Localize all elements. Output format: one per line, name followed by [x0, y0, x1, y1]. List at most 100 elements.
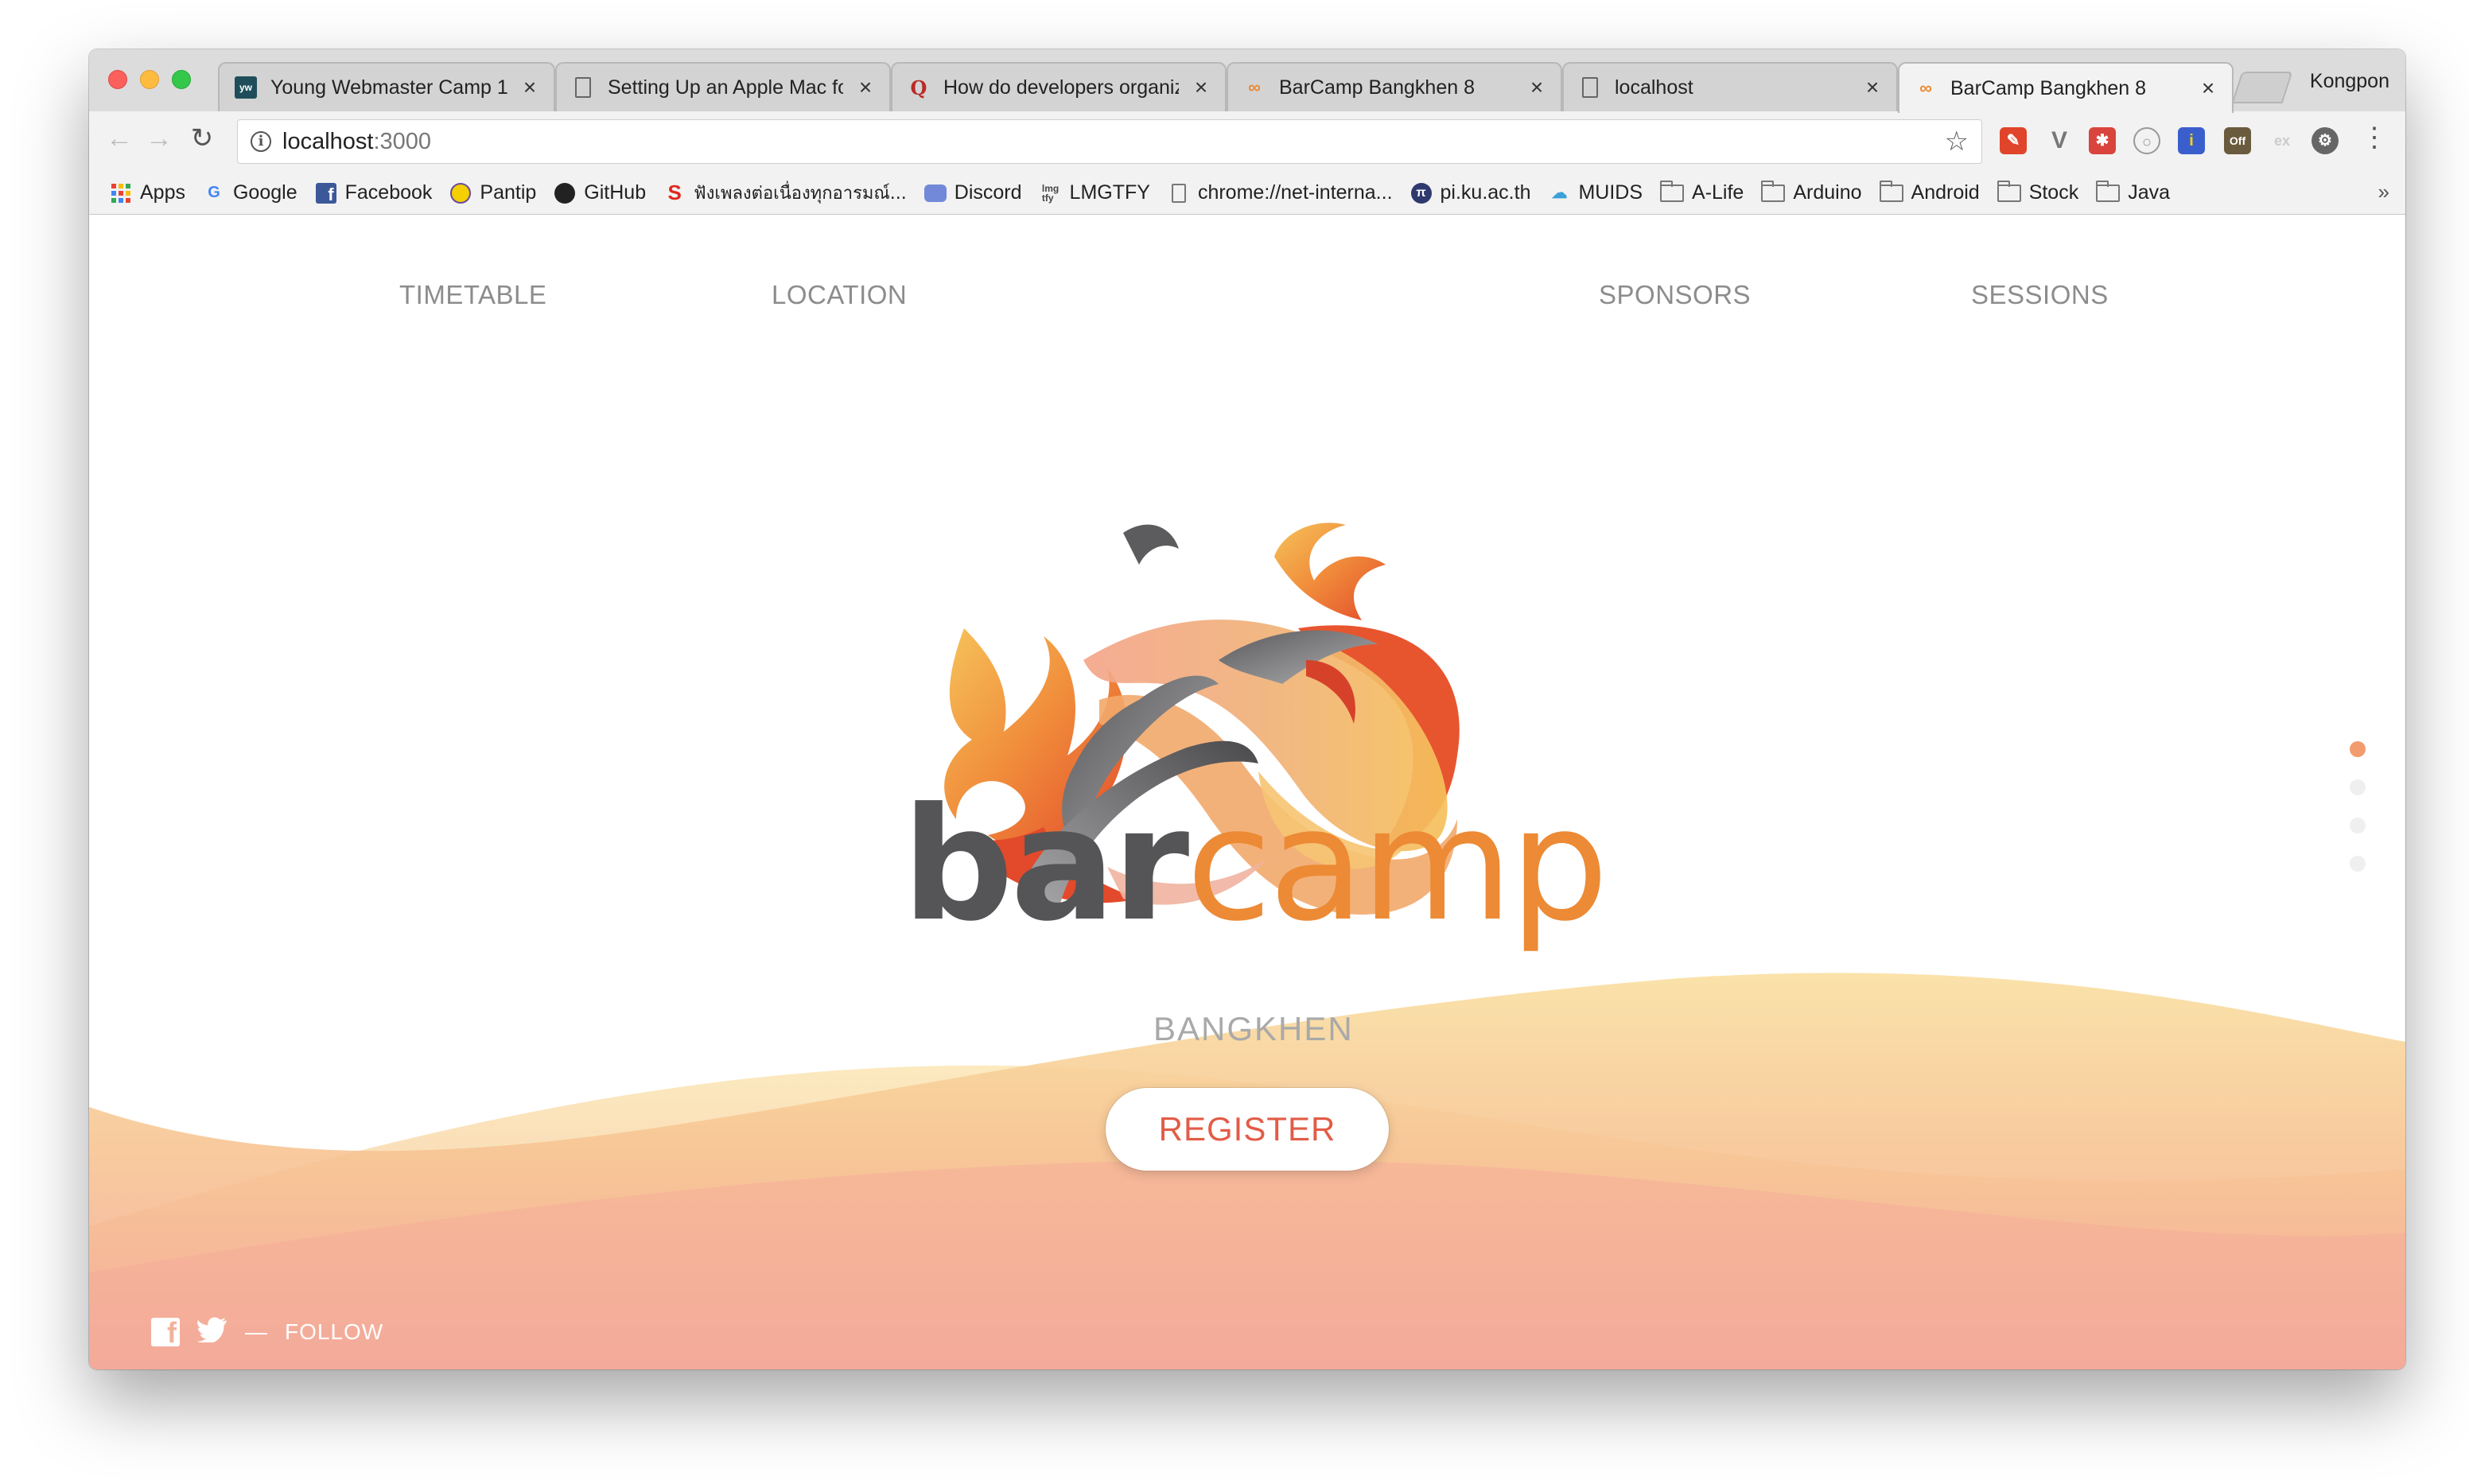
- bookmark-muids[interactable]: ☁ MUIDS: [1548, 181, 1643, 204]
- barcamp-icon: ∞: [1248, 77, 1261, 97]
- reload-icon[interactable]: ↻: [185, 121, 220, 156]
- page-icon: [1578, 76, 1602, 99]
- bookmark-label: ฟังเพลงต่อเนื่องทุกอารมณ์...: [694, 184, 907, 204]
- bookmark-label: Discord: [954, 181, 1022, 204]
- bookmark-discord[interactable]: Discord: [923, 181, 1022, 204]
- bookmark-lmgtfy[interactable]: lmg tfy LMGTFY: [1040, 181, 1150, 204]
- folder-icon: [2096, 180, 2121, 202]
- profile-button[interactable]: Kongpon: [2310, 70, 2389, 93]
- bookmark-facebook[interactable]: f Facebook: [315, 181, 433, 204]
- bookmark-label: A-Life: [1692, 181, 1744, 204]
- section-dot-4[interactable]: [2350, 856, 2366, 872]
- bookmark-apps[interactable]: Apps: [110, 181, 185, 204]
- folder-icon: [1997, 180, 2021, 202]
- section-dot-3[interactable]: [2350, 818, 2366, 833]
- bookmark-folder-stock[interactable]: Stock: [1997, 180, 2078, 204]
- wordmark-bar: bar: [902, 775, 1189, 956]
- twitter-icon[interactable]: [197, 1317, 227, 1346]
- browser-toolbar: ← → ↻ i localhost:3000 ☆ ✎ V ✱ ○ i Off e…: [89, 111, 2405, 172]
- tab-title: Young Webmaster Camp 15: [270, 76, 507, 99]
- barcamp-page: TIMETABLE LOCATION SPONSORS SESSIONS bar…: [89, 215, 2405, 1369]
- tab-close-icon[interactable]: ×: [1192, 75, 1211, 100]
- address-bar[interactable]: i localhost:3000 ☆: [237, 119, 1982, 164]
- social-links: — FOLLOW: [151, 1316, 383, 1350]
- bookmarks-overflow-icon[interactable]: »: [2378, 180, 2389, 204]
- new-tab-button[interactable]: [2231, 72, 2293, 103]
- tab-strip: yw Young Webmaster Camp 15 × Setting Up …: [89, 49, 2405, 113]
- extension-red-icon[interactable]: ✎: [2000, 127, 2027, 154]
- zoom-window-button[interactable]: [172, 70, 191, 89]
- bookmark-label: chrome://net-interna...: [1197, 181, 1393, 204]
- bookmark-folder-arduino[interactable]: Arduino: [1761, 180, 1862, 204]
- tab-localhost[interactable]: localhost ×: [1562, 62, 1898, 111]
- facebook-icon: f: [315, 182, 337, 204]
- browser-window: yw Young Webmaster Camp 15 × Setting Up …: [89, 49, 2405, 1369]
- wordmark-camp: camp: [1186, 775, 1608, 956]
- extension-gear-icon[interactable]: ⚙: [2312, 127, 2339, 154]
- extension-vimium-icon[interactable]: V: [2046, 127, 2073, 154]
- extension-circle-icon[interactable]: ○: [2133, 127, 2160, 154]
- url-text[interactable]: localhost:3000: [282, 129, 1934, 155]
- tab-quora[interactable]: Q How do developers organiz ×: [891, 62, 1227, 111]
- bookmark-folder-java[interactable]: Java: [2096, 180, 2170, 204]
- browser-menu-icon[interactable]: ⋮: [2361, 124, 2388, 151]
- forward-arrow-icon[interactable]: →: [142, 121, 177, 156]
- extension-info-icon[interactable]: i: [2178, 127, 2205, 154]
- bookmark-folder-android[interactable]: Android: [1879, 180, 1980, 204]
- page-icon: [1168, 182, 1190, 204]
- tab-young-webmaster[interactable]: yw Young Webmaster Camp 15 ×: [218, 62, 555, 111]
- tab-title: Setting Up an Apple Mac fo: [608, 76, 843, 99]
- bookmark-label: Google: [232, 181, 297, 204]
- tab-title: BarCamp Bangkhen 8: [1950, 76, 2146, 99]
- site-info-icon[interactable]: i: [251, 131, 271, 152]
- bookmark-folder-alife[interactable]: A-Life: [1660, 180, 1744, 204]
- extension-bug-icon[interactable]: ✱: [2089, 127, 2116, 154]
- url-port: :3000: [373, 128, 432, 154]
- bookmark-pi-ku[interactable]: π pi.ku.ac.th: [1410, 181, 1531, 204]
- bookmark-label: GitHub: [584, 181, 647, 204]
- pantip-icon: [449, 182, 472, 204]
- facebook-icon[interactable]: [151, 1316, 180, 1350]
- discord-icon: [923, 182, 947, 204]
- url-host: localhost: [282, 128, 374, 154]
- tab-close-icon[interactable]: ×: [2199, 76, 2218, 101]
- tab-setting-up-mac[interactable]: Setting Up an Apple Mac fo ×: [555, 62, 891, 111]
- page-icon: [571, 76, 595, 99]
- tab-title: How do developers organiz: [943, 76, 1179, 99]
- bookmark-label: Facebook: [344, 181, 433, 204]
- bookmark-google[interactable]: G Google: [203, 181, 297, 204]
- bookmark-pantip[interactable]: Pantip: [449, 181, 536, 204]
- tab-close-icon[interactable]: ×: [1527, 75, 1546, 100]
- tab-close-icon[interactable]: ×: [1863, 75, 1882, 100]
- tab-title: BarCamp Bangkhen 8: [1279, 76, 1475, 99]
- extension-ex-icon[interactable]: ex: [2269, 127, 2296, 154]
- tab-barcamp-active[interactable]: ∞ BarCamp Bangkhen 8 ×: [1898, 62, 2234, 113]
- minimize-window-button[interactable]: [140, 70, 159, 89]
- bookmark-label: Apps: [140, 181, 185, 204]
- music-icon: S: [667, 181, 682, 204]
- tab-close-icon[interactable]: ×: [520, 75, 539, 100]
- bookmark-star-icon[interactable]: ☆: [1945, 126, 1969, 157]
- bookmark-label: MUIDS: [1578, 181, 1643, 204]
- barcamp-icon: ∞: [1919, 78, 1932, 98]
- bookmark-label: LMGTFY: [1069, 181, 1150, 204]
- tab-close-icon[interactable]: ×: [856, 75, 875, 100]
- bookmark-github[interactable]: GitHub: [554, 181, 646, 204]
- bookmark-net-internals[interactable]: chrome://net-interna...: [1168, 181, 1393, 204]
- close-window-button[interactable]: [108, 70, 127, 89]
- folder-icon: [1761, 180, 1786, 202]
- follow-dash: —: [245, 1319, 267, 1344]
- extension-off-icon[interactable]: Off: [2224, 127, 2251, 154]
- bookmark-thai-music[interactable]: S ฟังเพลงต่อเนื่องทุกอารมณ์...: [663, 179, 907, 207]
- back-arrow-icon[interactable]: ←: [102, 121, 137, 156]
- tab-barcamp-1[interactable]: ∞ BarCamp Bangkhen 8 ×: [1227, 62, 1562, 111]
- follow-label[interactable]: FOLLOW: [285, 1319, 383, 1345]
- bookmark-label: Arduino: [1793, 181, 1862, 204]
- register-button[interactable]: REGISTER: [1106, 1088, 1389, 1171]
- bookmark-label: pi.ku.ac.th: [1440, 181, 1531, 204]
- bookmark-label: Android: [1911, 181, 1980, 204]
- apps-grid-icon: [110, 182, 132, 204]
- section-dot-1[interactable]: [2350, 741, 2366, 757]
- section-dot-2[interactable]: [2350, 779, 2366, 795]
- wordmark-subtitle: BANGKHEN: [1153, 1010, 1354, 1047]
